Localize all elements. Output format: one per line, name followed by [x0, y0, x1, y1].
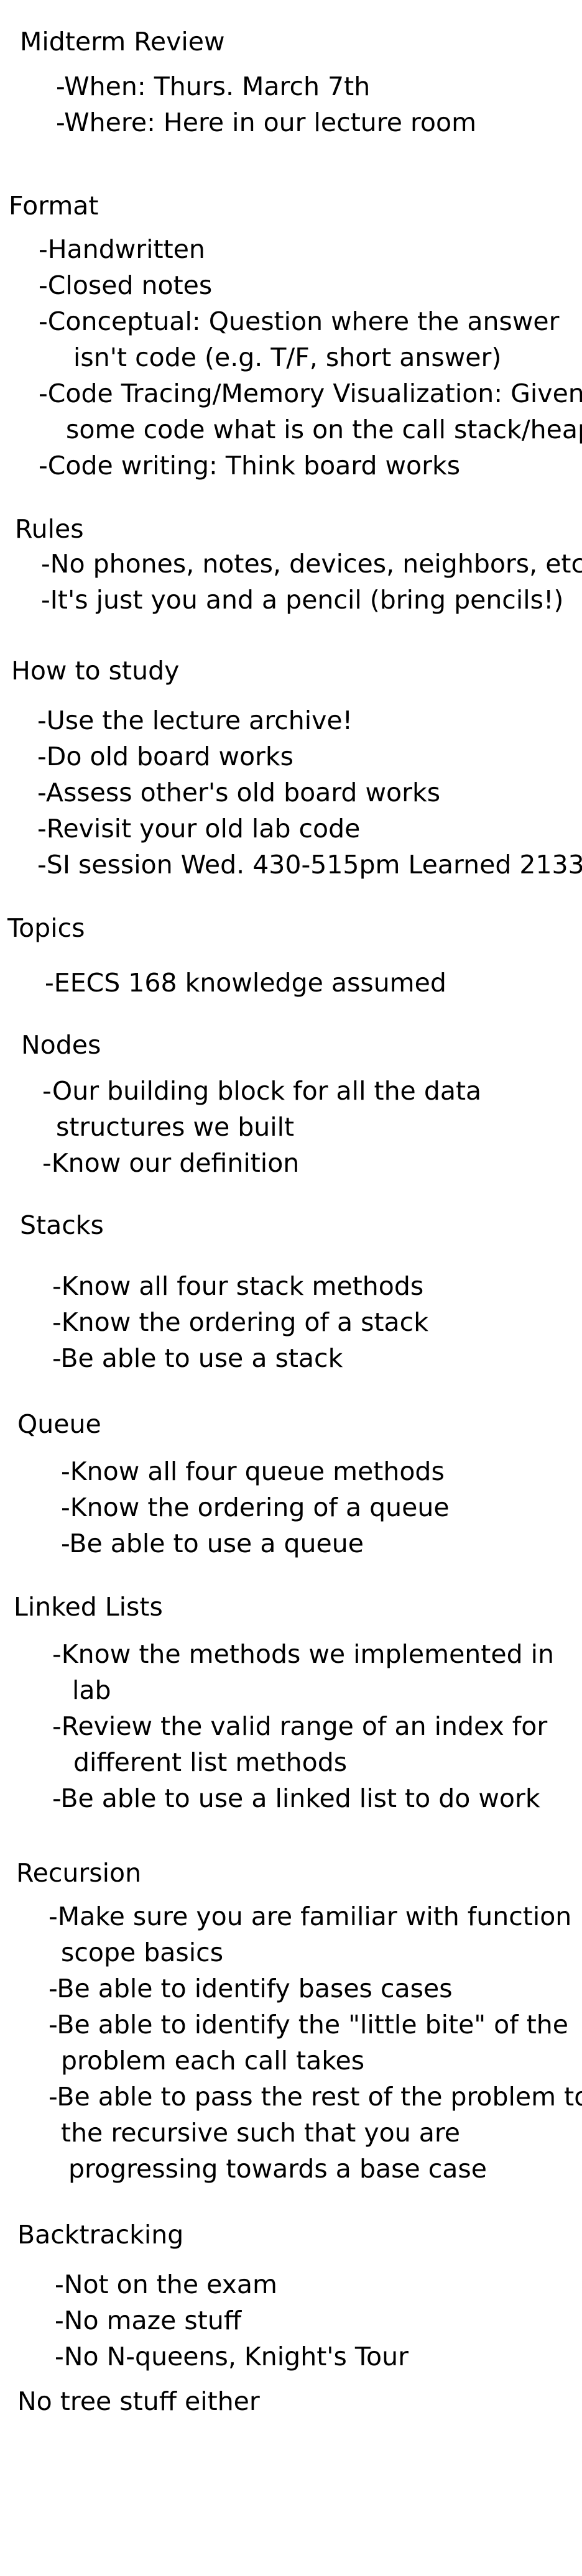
study-item: -Revisit your old lab code — [37, 814, 361, 844]
linked-lists-item: -Review the valid range of an index for — [52, 1711, 548, 1741]
recursion-item: -Be able to pass the rest of the problem… — [48, 2082, 582, 2112]
nodes-item-continued: structures we built — [56, 1112, 295, 1142]
backtracking-item: -No N-queens, Knight's Tour — [55, 2342, 409, 2371]
handwritten-notes-page: Midterm Review -When: Thurs. March 7th -… — [0, 0, 582, 2576]
stacks-item: -Be able to use a stack — [52, 1343, 343, 1373]
linked-lists-item: -Know the methods we implemented in — [52, 1639, 555, 1669]
stacks-item: -Know the ordering of a stack — [52, 1307, 428, 1337]
study-item: -Assess other's old board works — [37, 778, 441, 807]
footer-note: No tree stuff either — [17, 2386, 260, 2416]
format-item: -Code Tracing/Memory Visualization: Give… — [39, 379, 582, 408]
queue-item: -Know all four queue methods — [61, 1456, 445, 1486]
backtracking-item: -No maze stuff — [55, 2306, 242, 2335]
stacks-item: -Know all four stack methods — [52, 1271, 424, 1301]
recursion-item-continued: problem each call takes — [61, 2046, 365, 2076]
page-title: Midterm Review — [20, 27, 225, 57]
nodes-heading: Nodes — [21, 1030, 101, 1060]
linked-lists-item-continued: lab — [72, 1675, 111, 1705]
recursion-item: -Be able to identify the "little bite" o… — [48, 2010, 569, 2040]
recursion-item-continued: the recursive such that you are — [61, 2118, 461, 2148]
rules-item: -It's just you and a pencil (bring penci… — [41, 585, 564, 615]
rules-item: -No phones, notes, devices, neighbors, e… — [41, 549, 582, 579]
study-item: -Use the lecture archive! — [37, 706, 353, 735]
linked-lists-item: -Be able to use a linked list to do work — [52, 1783, 540, 1813]
study-item: -SI session Wed. 430-515pm Learned 2133 — [37, 850, 582, 880]
format-item-continued: some code what is on the call stack/heap — [66, 415, 582, 444]
study-item: -Do old board works — [37, 742, 294, 771]
format-item-continued: isn't code (e.g. T/F, short answer) — [73, 343, 502, 372]
rules-heading: Rules — [15, 514, 84, 544]
format-item: -Code writing: Think board works — [39, 451, 461, 481]
queue-item: -Be able to use a queue — [61, 1529, 364, 1558]
format-item: -Handwritten — [39, 234, 205, 264]
linked-lists-heading: Linked Lists — [14, 1592, 163, 1622]
how-to-study-heading: How to study — [11, 656, 180, 686]
topics-item: -EECS 168 knowledge assumed — [45, 968, 446, 998]
nodes-item: -Know our definition — [42, 1148, 300, 1178]
queue-heading: Queue — [17, 1409, 101, 1439]
backtracking-item: -Not on the exam — [55, 2270, 277, 2299]
linked-lists-item-continued: different list methods — [73, 1747, 348, 1777]
stacks-heading: Stacks — [20, 1210, 104, 1240]
recursion-item: -Be able to identify bases cases — [48, 1974, 453, 2003]
recursion-heading: Recursion — [16, 1858, 142, 1888]
topics-heading: Topics — [7, 913, 85, 943]
recursion-item-continued: scope basics — [61, 1938, 224, 1967]
format-item: -Closed notes — [39, 270, 213, 300]
format-heading: Format — [9, 191, 99, 221]
nodes-item: -Our building block for all the data — [42, 1076, 482, 1106]
recursion-item-continued: progressing towards a base case — [68, 2154, 487, 2184]
backtracking-heading: Backtracking — [17, 2220, 184, 2250]
format-item: -Conceptual: Question where the answer — [39, 306, 560, 336]
queue-item: -Know the ordering of a queue — [61, 1493, 450, 1522]
where-line: -Where: Here in our lecture room — [56, 108, 477, 137]
recursion-item: -Make sure you are familiar with functio… — [48, 1902, 572, 1931]
when-line: -When: Thurs. March 7th — [56, 71, 371, 101]
